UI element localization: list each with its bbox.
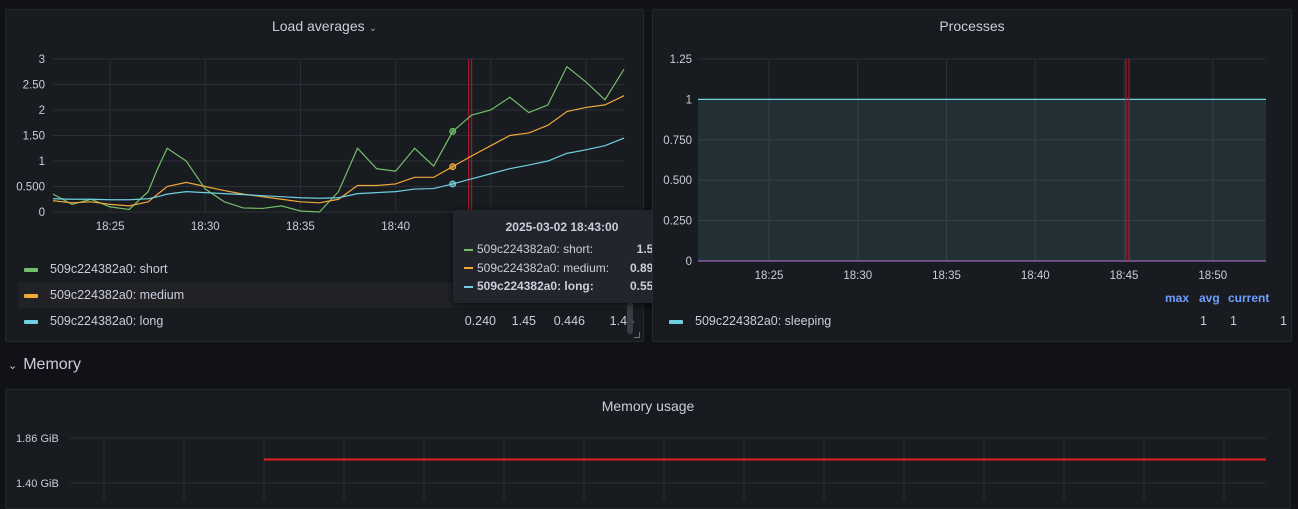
load-averages-title[interactable]: Load averages — [272, 18, 365, 34]
hover-point-short — [449, 127, 457, 135]
y-tick-label: 1 — [686, 94, 692, 106]
legend-long-min: 0.240 — [464, 314, 496, 328]
chevron-down-icon[interactable]: ⌄ — [369, 23, 377, 34]
x-tick-label: 18:50 — [1198, 270, 1227, 280]
x-tick-label: 18:25 — [96, 221, 125, 233]
processes-chart[interactable]: 0 0.250 0.500 0.750 1 1.25 18:25 18:30 18:35 18:4… — [653, 40, 1291, 280]
tooltip-time: 2025-03-02 18:43:00 — [505, 220, 619, 234]
memory-row-header[interactable]: ⌄ Memory — [8, 356, 81, 374]
legend-swatch-medium — [24, 293, 38, 298]
chart-tooltip: 2025-03-02 18:43:00 509c224382a0: short:… — [453, 210, 672, 303]
legend-scrollbar[interactable] — [627, 302, 633, 334]
y-tick-label: 3 — [39, 54, 45, 66]
tooltip-swatch-medium — [464, 267, 473, 270]
y-tick-label: 0.750 — [663, 135, 692, 147]
x-tick-label: 18:30 — [843, 270, 872, 280]
legend-header-current[interactable]: current — [1228, 291, 1269, 305]
y-tick-label: 1.50 — [23, 131, 45, 143]
x-tick-label: 18:40 — [381, 221, 410, 233]
y-tick-label: 0.500 — [663, 175, 692, 187]
chevron-down-icon[interactable]: ⌄ — [8, 360, 17, 372]
series-line-short — [52, 65, 625, 213]
legend-sleeping-avg: 1 — [1230, 314, 1237, 328]
y-tick-label: 2.50 — [23, 80, 45, 92]
legend-label-short: 509c224382a0: short — [50, 262, 168, 276]
memory-row-title[interactable]: Memory — [23, 356, 81, 373]
tooltip-label-long: 509c224382a0: long: — [477, 279, 594, 293]
tooltip-label-medium: 509c224382a0: medium: — [477, 260, 610, 275]
legend-swatch-sleeping — [669, 319, 683, 324]
legend-label-medium: 509c224382a0: medium — [50, 288, 185, 302]
series-area-sleeping — [698, 99, 1266, 262]
memory-usage-title[interactable]: Memory usage — [6, 398, 1290, 414]
x-tick-label: 18:40 — [1021, 270, 1050, 280]
processes-title[interactable]: Processes — [653, 18, 1291, 34]
legend-item-sleeping[interactable]: 509c224382a0: sleeping 1 1 1 — [665, 308, 1291, 334]
x-tick-label: 18:35 — [286, 221, 315, 233]
tooltip-row-short: 509c224382a0: short: 1.58 — [464, 240, 660, 259]
memory-usage-chart[interactable]: 1.86 GiB 1.40 GiB — [6, 420, 1290, 500]
tooltip-label-short: 509c224382a0: short: — [477, 242, 594, 256]
y-tick-label: 0 — [686, 256, 692, 268]
processes-panel: Processes 0 0.250 0.500 0.750 1 1.25 18:25 18:3… — [652, 9, 1292, 342]
legend-label-long: 509c224382a0: long — [50, 314, 164, 328]
legend-label-sleeping: 509c224382a0: sleeping — [695, 314, 832, 328]
y-tick-label: 0.500 — [16, 182, 45, 194]
legend-sleeping-current: 1 — [1280, 314, 1287, 328]
y-tick-label: 0 — [39, 207, 45, 219]
x-tick-label: 18:45 — [1110, 270, 1139, 280]
hover-point-long — [449, 180, 457, 188]
y-tick-label: 0.250 — [663, 216, 692, 228]
legend-item-long[interactable]: 509c224382a0: long 0.240 1.45 0.446 1.45 — [18, 308, 634, 334]
legend-header-max[interactable]: max — [1165, 291, 1189, 305]
load-averages-title-wrap[interactable]: Load averages ⌄ — [6, 18, 643, 34]
legend-long-avg: 0.446 — [553, 314, 585, 328]
x-tick-label: 18:35 — [932, 270, 961, 280]
x-tick-label: 18:30 — [191, 221, 220, 233]
y-tick-label: 2 — [39, 105, 45, 117]
tooltip-swatch-short — [464, 248, 473, 251]
resize-handle-icon[interactable] — [634, 332, 640, 338]
legend-sleeping-max: 1 — [1200, 314, 1207, 328]
legend-swatch-long — [24, 319, 38, 324]
hover-point-medium — [449, 163, 457, 171]
legend-long-max: 1.45 — [511, 314, 536, 328]
memory-usage-panel: Memory usage 1.86 GiB 1.40 GiB — [5, 389, 1291, 509]
series-line-medium — [52, 95, 625, 207]
y-tick-label: 1.40 GiB — [16, 478, 59, 490]
y-tick-label: 1 — [39, 156, 45, 168]
tooltip-row-long: 509c224382a0: long: 0.550 — [464, 277, 660, 296]
legend-swatch-short — [24, 267, 38, 272]
y-tick-label: 1.86 GiB — [16, 433, 59, 445]
tooltip-row-medium: 509c224382a0: medium: 0.890 — [464, 259, 660, 278]
tooltip-swatch-long — [464, 285, 473, 288]
y-tick-label: 1.25 — [670, 54, 692, 66]
x-tick-label: 18:25 — [755, 270, 784, 280]
legend-header-avg[interactable]: avg — [1199, 291, 1220, 305]
